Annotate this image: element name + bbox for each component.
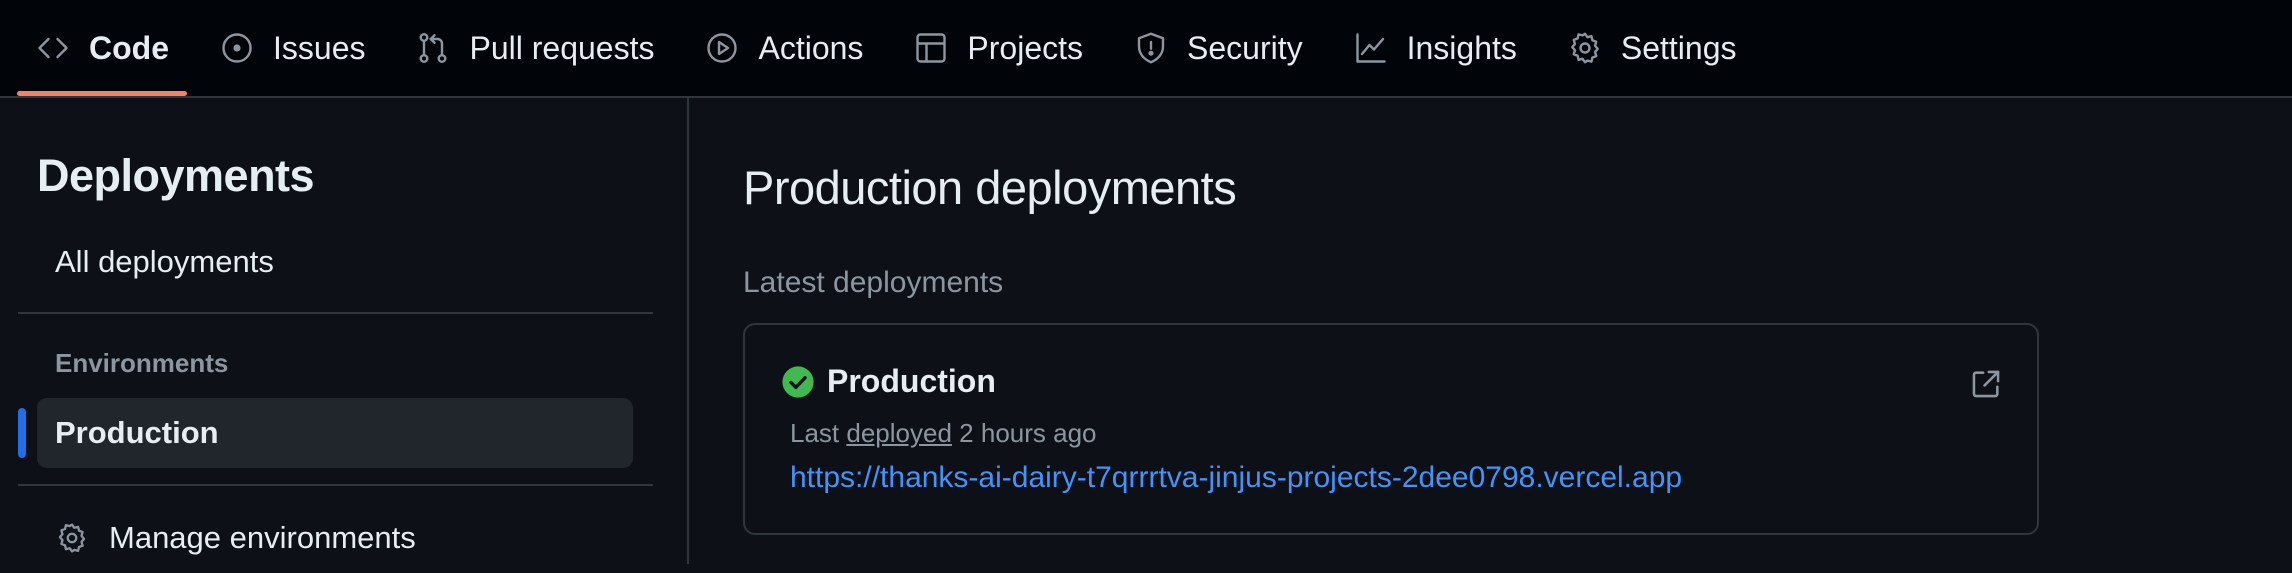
tab-label: Settings bbox=[1620, 29, 1737, 66]
tab-label: Issues bbox=[273, 29, 366, 66]
tab-label: Projects bbox=[967, 29, 1083, 66]
gear-icon bbox=[55, 521, 89, 555]
graph-icon bbox=[1353, 30, 1389, 66]
tab-security[interactable]: Security bbox=[1115, 0, 1321, 96]
deployment-url-link[interactable]: https://thanks-ai-dairy-t7qrrrtva-jinjus… bbox=[790, 461, 1682, 495]
tab-settings[interactable]: Settings bbox=[1549, 0, 1755, 96]
tab-issues[interactable]: Issues bbox=[201, 0, 383, 96]
tab-label: Pull requests bbox=[469, 29, 655, 66]
link-external-icon[interactable] bbox=[1969, 367, 2003, 401]
gear-icon bbox=[1567, 30, 1603, 66]
tab-label: Code bbox=[89, 29, 169, 66]
shield-icon bbox=[1133, 30, 1169, 66]
meta-prefix: Last bbox=[790, 418, 840, 448]
deployment-environment-name[interactable]: Production bbox=[827, 363, 996, 400]
sidebar-item-label: All deployments bbox=[55, 244, 274, 279]
code-icon bbox=[35, 30, 71, 66]
table-icon bbox=[913, 30, 949, 66]
sidebar-title: Deployments bbox=[37, 150, 315, 201]
tab-label: Insights bbox=[1406, 29, 1517, 66]
tab-code[interactable]: Code bbox=[17, 0, 187, 96]
issue-opened-icon bbox=[219, 30, 255, 66]
play-icon bbox=[704, 30, 740, 66]
deployed-link[interactable]: deployed bbox=[846, 418, 952, 448]
repo-nav: Code Issues Pull requests Actions Projec… bbox=[0, 0, 2292, 98]
git-pull-request-icon bbox=[415, 30, 451, 66]
sidebar-item-production[interactable]: Production bbox=[37, 398, 633, 468]
section-label: Latest deployments bbox=[743, 266, 1004, 299]
deployment-card-header: Production bbox=[781, 363, 996, 400]
tab-label: Actions bbox=[758, 29, 864, 66]
sidebar-item-all-deployments[interactable]: All deployments bbox=[37, 227, 633, 297]
tab-insights[interactable]: Insights bbox=[1335, 0, 1535, 96]
page-title: Production deployments bbox=[743, 161, 1237, 214]
deployment-time: 2 hours ago bbox=[959, 418, 1097, 448]
tab-projects[interactable]: Projects bbox=[895, 0, 1101, 96]
sidebar-divider bbox=[18, 312, 653, 314]
environments-heading: Environments bbox=[55, 348, 229, 378]
manage-environments-link[interactable]: Manage environments bbox=[37, 503, 633, 573]
sidebar-item-label: Production bbox=[55, 415, 219, 450]
deployment-meta: Last deployed 2 hours ago bbox=[790, 418, 1097, 449]
sidebar-item-label: Manage environments bbox=[109, 520, 416, 555]
tab-pull-requests[interactable]: Pull requests bbox=[397, 0, 672, 96]
active-item-marker bbox=[18, 408, 26, 458]
sidebar-divider bbox=[18, 484, 653, 486]
deployments-sidebar: Deployments All deployments Environments… bbox=[0, 98, 689, 564]
tab-label: Security bbox=[1187, 29, 1303, 66]
tab-actions[interactable]: Actions bbox=[686, 0, 881, 96]
check-circle-icon bbox=[781, 365, 815, 399]
deployment-card: Production Last deployed 2 hours ago htt… bbox=[743, 323, 2039, 535]
